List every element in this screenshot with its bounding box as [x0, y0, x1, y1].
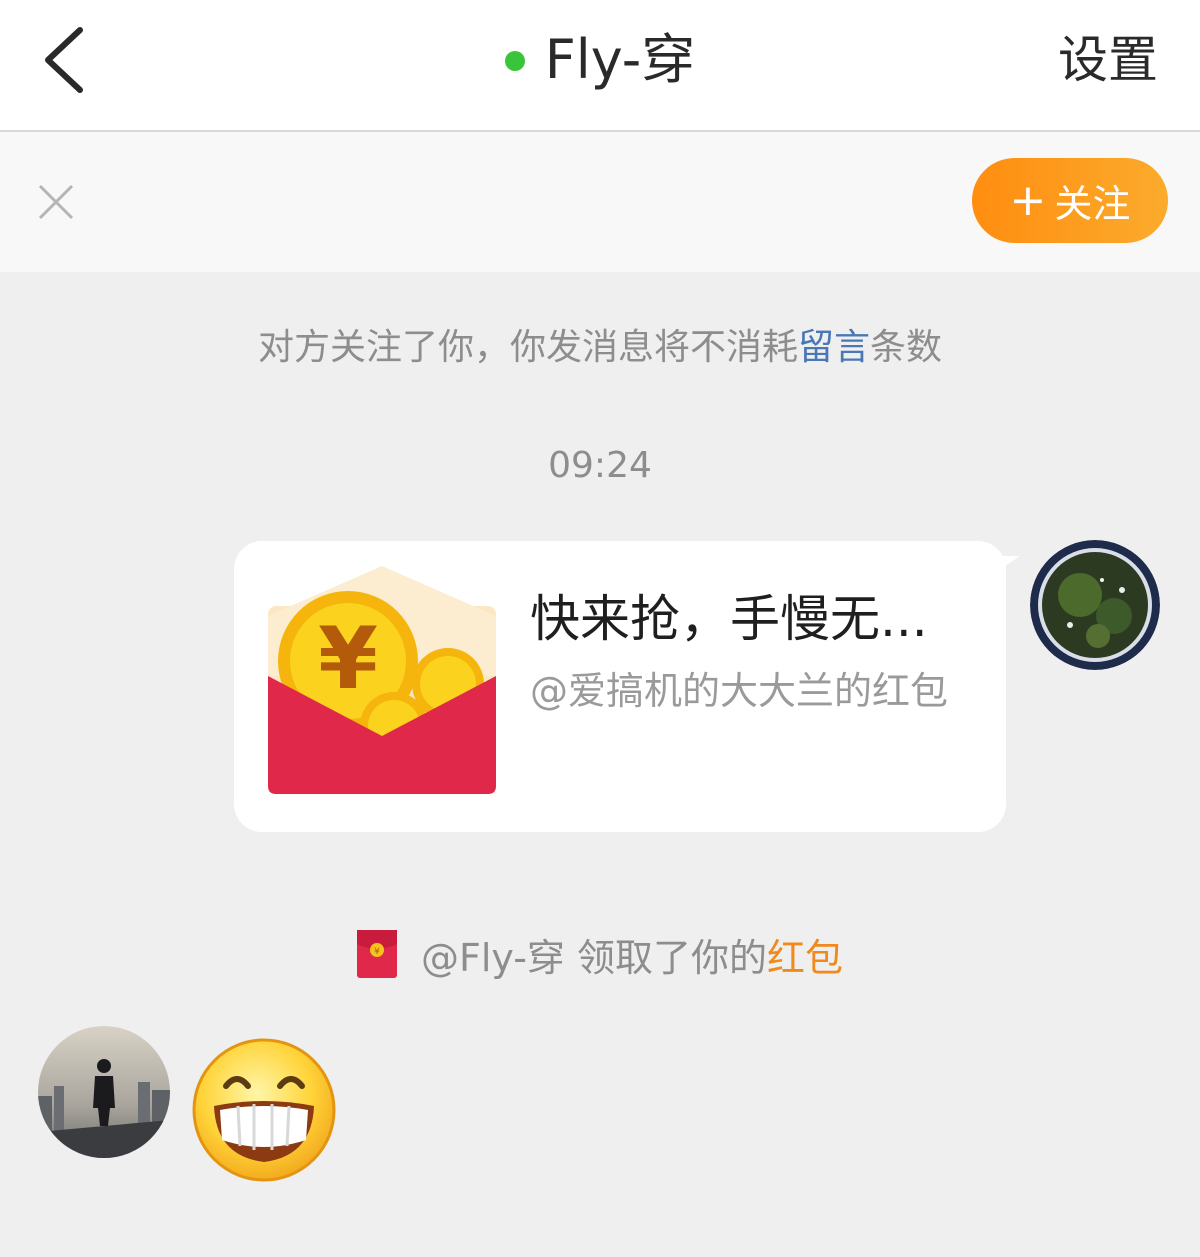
svg-text:¥: ¥ [318, 609, 378, 709]
follow-button-label: 关注 [1054, 182, 1131, 226]
top-navigation-bar [0, 0, 1200, 132]
red-packet-link[interactable]: 红包 [767, 927, 843, 982]
plus-icon: + [1009, 174, 1047, 226]
grin-emoji-message[interactable] [190, 1036, 338, 1184]
contact-avatar[interactable] [38, 1026, 170, 1158]
bubble-tail [996, 556, 1020, 572]
red-packet-subtitle: @爱搞机的大大兰的红包 [530, 669, 949, 713]
chevron-left-icon [45, 27, 83, 93]
red-packet-small-icon: ¥ [356, 930, 397, 978]
system-message-text: @Fly-穿 领取了你的 [420, 935, 767, 980]
red-packet-title: 快来抢，手慢无... [530, 590, 928, 648]
follow-notice: 对方关注了你，你发消息将不消耗留言条数 [0, 322, 1200, 374]
close-icon [38, 184, 74, 220]
settings-button[interactable]: 设置 [1058, 30, 1158, 90]
notice-text-suffix: 条数 [870, 327, 943, 368]
message-timestamp: 09:24 [548, 445, 652, 486]
red-packet-icon: ¥ [268, 566, 496, 794]
notice-text-prefix: 对方关注了你，你发消息将不消耗 [257, 327, 798, 368]
avatar-image [1030, 540, 1160, 670]
my-avatar[interactable] [1030, 540, 1160, 670]
avatar-image [38, 1026, 170, 1158]
svg-text:¥: ¥ [374, 947, 380, 957]
back-button[interactable] [36, 22, 96, 98]
close-banner-button[interactable] [36, 182, 76, 222]
system-message: ¥ @Fly-穿 领取了你的 红包 [0, 926, 1200, 982]
notice-highlight-link[interactable]: 留言 [798, 327, 870, 368]
grin-emoji-icon [192, 1038, 336, 1182]
follow-button[interactable]: + 关注 [972, 158, 1168, 243]
